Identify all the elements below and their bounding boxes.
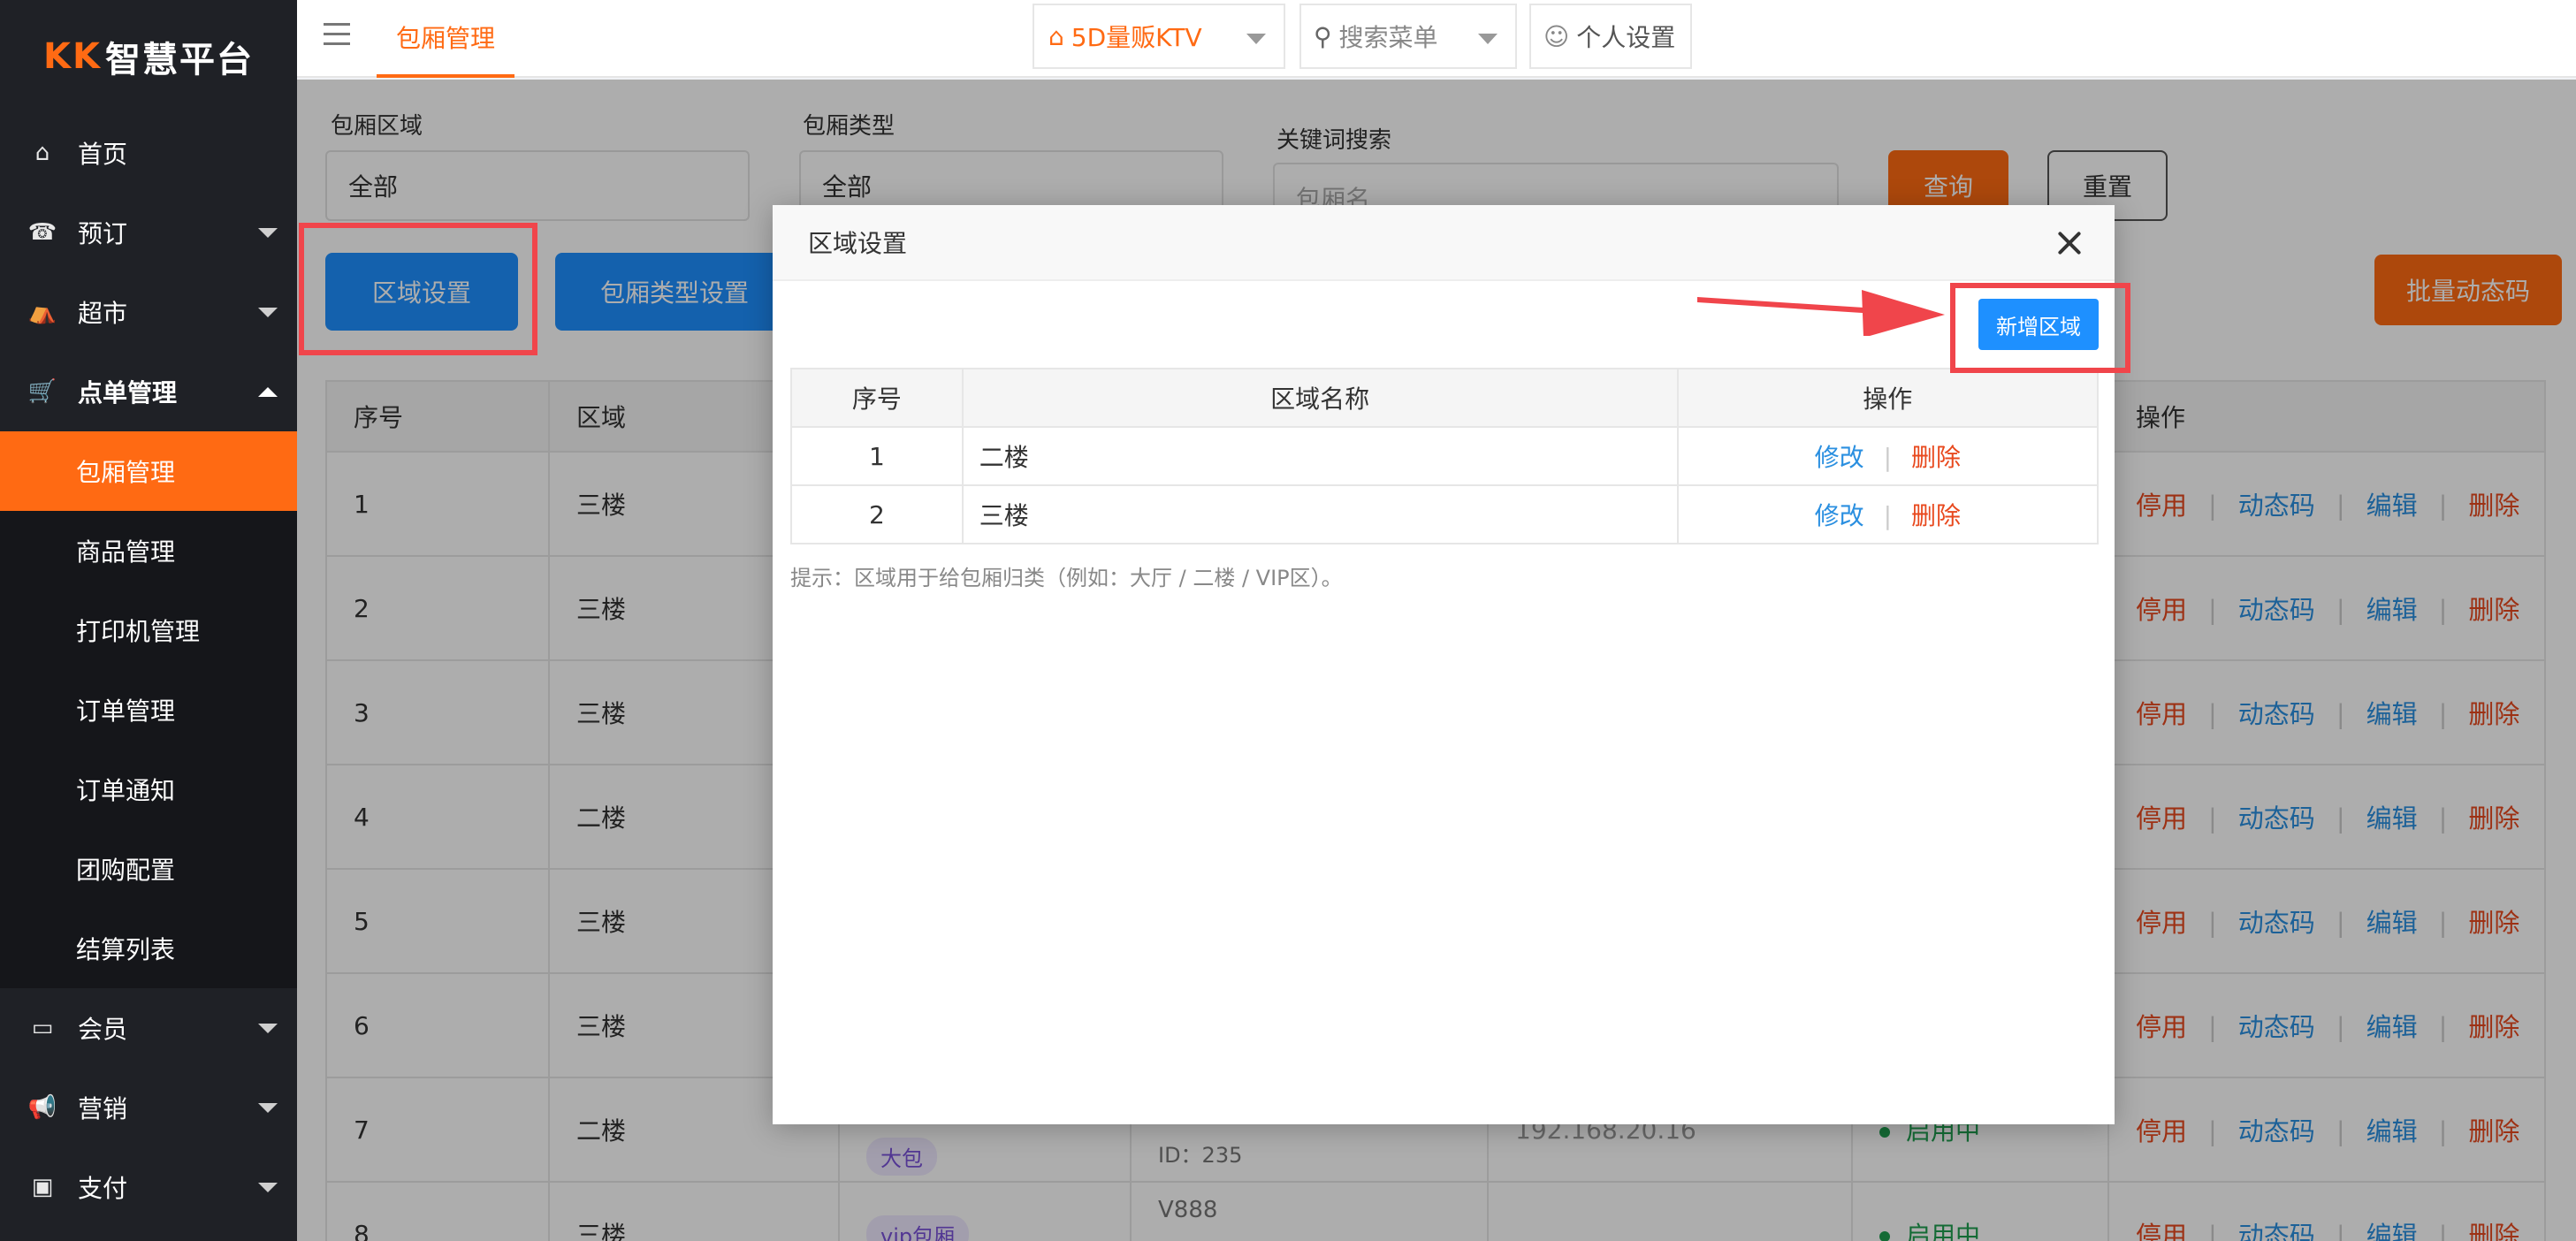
- row-actions: 修改 | 删除: [1676, 426, 2100, 486]
- chevron-down-icon: [258, 1024, 278, 1033]
- personal-settings-label: 个人设置: [1576, 23, 1676, 52]
- col-header-ops: 操作: [1676, 368, 2100, 428]
- brand-logo: KK 智慧平台: [0, 0, 297, 113]
- money-icon: ▣: [31, 1174, 54, 1200]
- sidebar-item-market[interactable]: ⛺ 超市: [0, 272, 297, 352]
- menu-search[interactable]: ⚲ 搜索菜单: [1299, 4, 1517, 69]
- sidebar: KK 智慧平台 ⌂ 首页 ☎ 预订 ⛺ 超市 🛒 点单管理 包厢管理 商品管理 …: [0, 0, 297, 1241]
- col-header-no: 序号: [790, 368, 964, 428]
- cell-no: 2: [790, 484, 964, 544]
- sidebar-item-label: 点单管理: [78, 378, 178, 407]
- table-header-row: 序号 区域名称 操作: [790, 368, 2100, 428]
- basket-icon: ⛺: [27, 299, 57, 325]
- chevron-down-icon: [1246, 34, 1266, 44]
- chevron-down-icon: [258, 1183, 278, 1192]
- dialog-title: 区域设置: [808, 229, 908, 258]
- cart-icon: 🛒: [27, 378, 57, 405]
- phone-icon: ☎: [27, 219, 57, 246]
- cell-no: 1: [790, 426, 964, 486]
- edit-link[interactable]: 修改: [1815, 501, 1864, 530]
- sidebar-subitem-printer[interactable]: 打印机管理: [0, 590, 297, 670]
- highlight-area-setting: [299, 223, 537, 355]
- sidebar-subitem-orders[interactable]: 订单管理: [0, 670, 297, 750]
- user-icon: ☺: [1543, 21, 1570, 51]
- logo-mark: KK: [43, 36, 102, 77]
- col-header-area-name: 区域名称: [961, 368, 1679, 428]
- sidebar-item-member[interactable]: ▭ 会员: [0, 988, 297, 1068]
- chevron-down-icon: [258, 228, 278, 238]
- sidebar-item-label: 超市: [78, 299, 128, 328]
- delete-link[interactable]: 删除: [1911, 443, 1961, 472]
- tab-room-management[interactable]: 包厢管理: [377, 0, 515, 78]
- card-icon: ▭: [31, 1015, 54, 1041]
- area-settings-dialog: 区域设置 新增区域 序号 区域名称 操作 1 二楼 修改 | 删除 2 三楼 修改 |…: [773, 205, 2115, 1124]
- chevron-down-icon: [1478, 34, 1498, 44]
- sidebar-item-label: 首页: [78, 140, 128, 169]
- edit-link[interactable]: 修改: [1815, 443, 1864, 472]
- sidebar-item-label: 支付: [78, 1174, 128, 1203]
- annotation-arrow-icon: [1697, 290, 1945, 336]
- hint-text: 提示：区域用于给包厢归类（例如：大厅 / 二楼 / VIP区）。: [790, 566, 1343, 590]
- table-row: 2 三楼 修改 | 删除: [790, 484, 2100, 544]
- sidebar-subitem-goods[interactable]: 商品管理: [0, 511, 297, 590]
- delete-link[interactable]: 删除: [1911, 501, 1961, 530]
- cell-area-name: 三楼: [961, 484, 1679, 544]
- sidebar-item-pay[interactable]: ▣ 支付: [0, 1147, 297, 1227]
- menu-toggle-icon[interactable]: [324, 23, 350, 49]
- chevron-down-icon: [258, 1103, 278, 1113]
- menu-search-label: 搜索菜单: [1338, 23, 1438, 52]
- store-name: 5D量贩KTV: [1071, 23, 1202, 52]
- sidebar-subitem-room[interactable]: 包厢管理: [0, 431, 297, 511]
- home-icon: ⌂: [1048, 21, 1064, 51]
- sidebar-item-booking[interactable]: ☎ 预订: [0, 193, 297, 272]
- highlight-add-area: [1950, 283, 2130, 373]
- sidebar-subitem-groupbuy[interactable]: 团购配置: [0, 829, 297, 909]
- row-actions: 修改 | 删除: [1676, 484, 2100, 544]
- sidebar-item-label: 营销: [78, 1094, 128, 1123]
- brand-name: 智慧平台: [105, 40, 254, 80]
- sidebar-subitem-settle[interactable]: 结算列表: [0, 909, 297, 988]
- sidebar-item-label: 会员: [78, 1015, 128, 1044]
- sidebar-item-marketing[interactable]: 📢 营销: [0, 1068, 297, 1147]
- chevron-up-icon: [258, 387, 278, 397]
- area-table: 序号 区域名称 操作 1 二楼 修改 | 删除 2 三楼 修改 | 删除: [790, 368, 2100, 544]
- chevron-down-icon: [258, 308, 278, 317]
- sidebar-item-home[interactable]: ⌂ 首页: [0, 113, 297, 193]
- search-icon: ⚲: [1314, 21, 1332, 51]
- store-selector[interactable]: ⌂ 5D量贩KTV: [1033, 4, 1285, 69]
- sidebar-subitem-notify[interactable]: 订单通知: [0, 750, 297, 829]
- sidebar-item-label: 预订: [78, 219, 128, 248]
- close-icon[interactable]: [2054, 228, 2084, 258]
- personal-settings[interactable]: ☺ 个人设置: [1529, 4, 1692, 69]
- sidebar-item-order[interactable]: 🛒 点单管理: [0, 352, 297, 431]
- dialog-header: 区域设置: [773, 205, 2115, 281]
- megaphone-icon: 📢: [27, 1094, 57, 1121]
- top-bar: 包厢管理 ⌂ 5D量贩KTV ⚲ 搜索菜单 ☺ 个人设置: [297, 0, 2576, 78]
- home-icon: ⌂: [34, 140, 50, 166]
- cell-area-name: 二楼: [961, 426, 1679, 486]
- table-row: 1 二楼 修改 | 删除: [790, 426, 2100, 486]
